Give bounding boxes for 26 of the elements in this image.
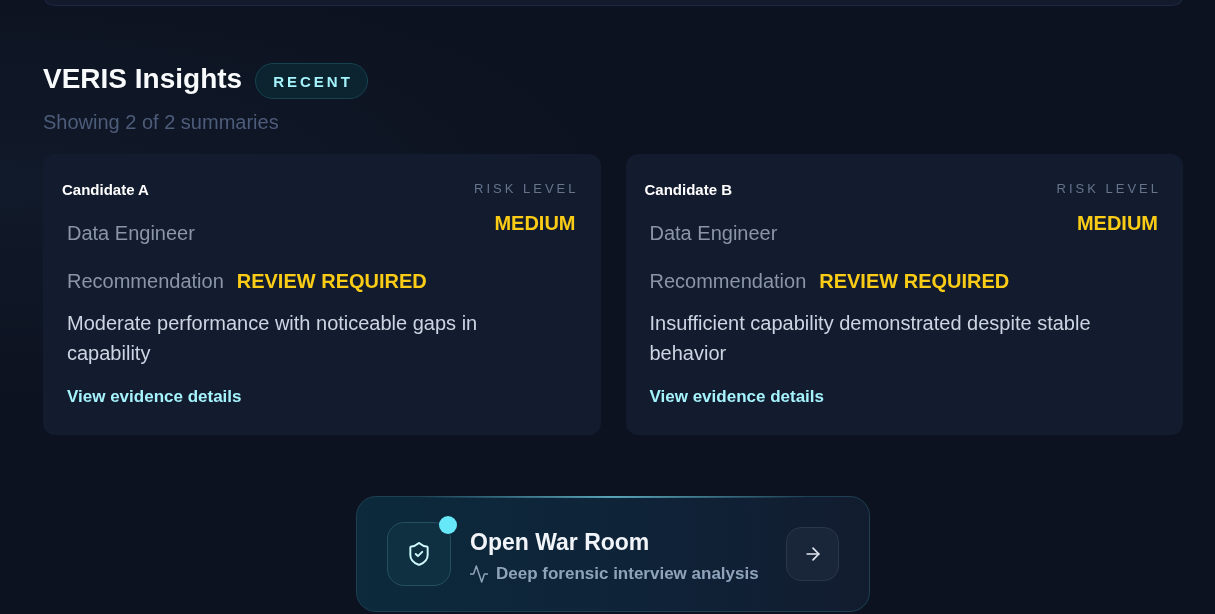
status-dot-icon <box>439 516 457 534</box>
summary-text: Insufficient capability demonstrated despite stable behavior <box>649 311 1092 366</box>
candidate-name: Candidate B <box>644 180 732 200</box>
risk-level-value: MEDIUM <box>1076 211 1158 236</box>
evidence-link[interactable]: View evidence details <box>67 386 242 408</box>
section-title: VERIS Insights <box>43 62 243 96</box>
risk-level-label: RISK LEVEL <box>1056 180 1161 198</box>
evidence-link[interactable]: View evidence details <box>649 386 824 408</box>
recommendation-label: Recommendation <box>67 269 224 294</box>
war-room-subtitle: Deep forensic interview analysis <box>496 563 759 585</box>
summary-count: Showing 2 of 2 summaries <box>43 110 280 135</box>
job-title: Data Engineer <box>649 221 778 246</box>
recommendation-value: REVIEW REQUIRED <box>819 269 1010 294</box>
arrow-right-icon[interactable] <box>786 527 839 581</box>
risk-level-label: RISK LEVEL <box>474 180 579 198</box>
recommendation-label: Recommendation <box>649 269 807 294</box>
war-room-title: Open War Room <box>470 528 650 557</box>
job-title: Data Engineer <box>67 221 195 246</box>
risk-level-value: MEDIUM <box>494 211 576 236</box>
recommendation-value: REVIEW REQUIRED <box>236 269 427 294</box>
pulse-line-icon <box>470 565 488 583</box>
summary-text: Moderate performance with noticeable gaps in capability <box>67 311 479 366</box>
shield-check-icon <box>387 522 451 586</box>
section-badge: RECENT <box>255 63 368 99</box>
war-room-card[interactable]: Open War Room Deep forensic interview analysis <box>356 496 870 612</box>
candidate-name: Candidate A <box>62 180 149 200</box>
